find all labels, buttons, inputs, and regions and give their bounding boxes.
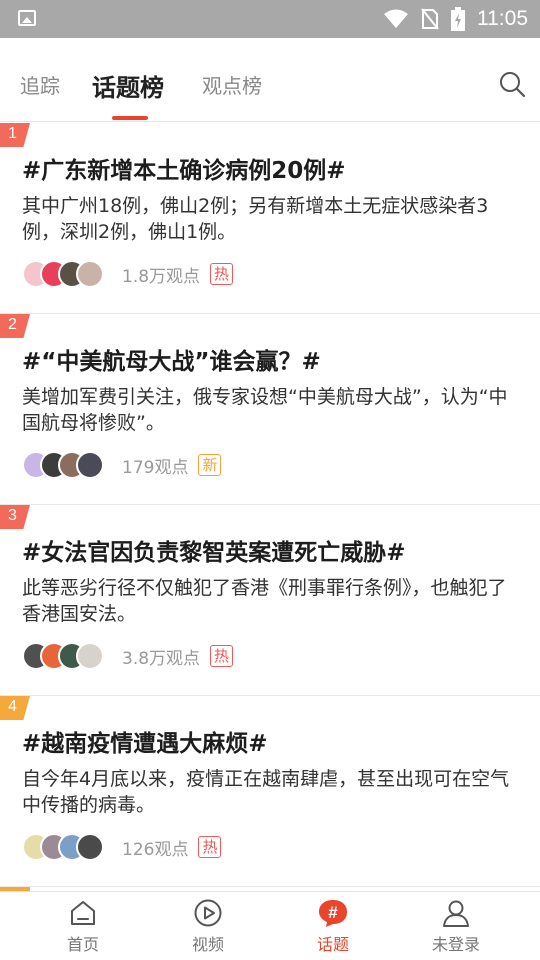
topic-item[interactable]: 4 #越南疫情遭遇大麻烦# 自今年4月底以来，疫情正在越南肆虐，甚至出现可在空气… <box>0 696 540 887</box>
avatar <box>76 642 104 670</box>
hashtag-bubble-icon: # <box>319 900 347 927</box>
topic-item[interactable]: 3 #女法官因负责黎智英案遭死亡威胁# 此等恶劣行径不仅触犯了香港《刑事罪行条例… <box>0 505 540 696</box>
search-icon[interactable] <box>498 70 526 98</box>
topic-title[interactable]: #“中美航母大战”谁会赢？# <box>22 342 321 376</box>
active-tab-indicator <box>112 116 148 120</box>
wifi-icon <box>384 9 408 28</box>
topic-description: 自今年4月底以来，疫情正在越南肆虐，甚至出现可在空气中传播的病毒。 <box>22 768 510 816</box>
topic-list: 1 #广东新增本土确诊病例20例# 其中广州18例，佛山2例；另有新增本土无症状… <box>0 123 540 889</box>
battery-charging-icon <box>451 7 465 31</box>
rank-badge: 1 <box>0 123 30 147</box>
new-badge: 新 <box>198 454 222 476</box>
hot-badge: 热 <box>210 645 234 667</box>
nav-profile-label: 未登录 <box>431 935 480 954</box>
nav-topics-label: 话题 <box>316 935 349 954</box>
topic-meta: 1.8万观点 热 <box>22 260 234 288</box>
topic-title[interactable]: #广东新增本土确诊病例20例# <box>22 151 346 185</box>
view-count: 126观点 <box>122 839 189 860</box>
participant-avatars <box>22 451 104 479</box>
avatar <box>76 260 104 288</box>
nav-home[interactable]: 首页 <box>43 898 123 958</box>
status-time: 11:05 <box>477 7 528 30</box>
tab-tracking[interactable]: 追踪 <box>20 70 60 99</box>
no-sim-icon <box>421 8 439 30</box>
view-count: 3.8万观点 <box>122 648 201 669</box>
participant-avatars <box>22 642 104 670</box>
topic-item[interactable]: 2 #“中美航母大战”谁会赢？# 美增加军费引关注，俄专家设想“中美航母大战”，… <box>0 314 540 505</box>
topic-meta: 3.8万观点 热 <box>22 642 234 670</box>
bottom-nav: 首页 视频 # 话题 未登录 <box>0 891 540 960</box>
play-circle-icon <box>194 899 222 927</box>
topic-description: 其中广州18例，佛山2例；另有新增本土无症状感染者3例，深圳2例，佛山1例。 <box>22 195 489 243</box>
topic-title[interactable]: #女法官因负责黎智英案遭死亡威胁# <box>22 533 406 567</box>
view-count: 1.8万观点 <box>122 266 201 287</box>
topic-description: 此等恶劣行径不仅触犯了香港《刑事罪行条例》，也触犯了香港国安法。 <box>22 577 507 625</box>
rank-badge: 3 <box>0 505 30 529</box>
nav-video[interactable]: 视频 <box>168 898 248 958</box>
avatar <box>76 451 104 479</box>
topic-meta: 179观点 新 <box>22 451 222 479</box>
svg-text:#: # <box>328 903 338 922</box>
hot-badge: 热 <box>210 263 234 285</box>
top-tab-bar: 追踪 话题榜 观点榜 <box>0 38 540 122</box>
topic-title[interactable]: #越南疫情遭遇大麻烦# <box>22 724 268 758</box>
hot-badge: 热 <box>198 836 222 858</box>
rank-badge: 4 <box>0 696 30 720</box>
status-bar: 11:05 <box>0 0 540 38</box>
nav-profile[interactable]: 未登录 <box>416 898 496 958</box>
rank-badge: 2 <box>0 314 30 338</box>
avatar <box>76 833 104 861</box>
topic-description: 美增加军费引关注，俄专家设想“中美航母大战”，认为“中国航母将惨败”。 <box>22 386 508 434</box>
view-count: 179观点 <box>122 457 189 478</box>
nav-video-label: 视频 <box>191 935 224 954</box>
user-icon <box>443 900 469 927</box>
topic-meta: 126观点 热 <box>22 833 222 861</box>
gallery-notification-icon <box>18 10 36 26</box>
participant-avatars <box>22 260 104 288</box>
tab-topic-ranking[interactable]: 话题榜 <box>92 68 164 103</box>
home-icon <box>71 901 95 925</box>
participant-avatars <box>22 833 104 861</box>
nav-topics[interactable]: # 话题 <box>293 898 373 958</box>
nav-home-label: 首页 <box>66 935 99 954</box>
topic-item[interactable]: 1 #广东新增本土确诊病例20例# 其中广州18例，佛山2例；另有新增本土无症状… <box>0 123 540 314</box>
tab-opinion-ranking[interactable]: 观点榜 <box>202 70 262 99</box>
